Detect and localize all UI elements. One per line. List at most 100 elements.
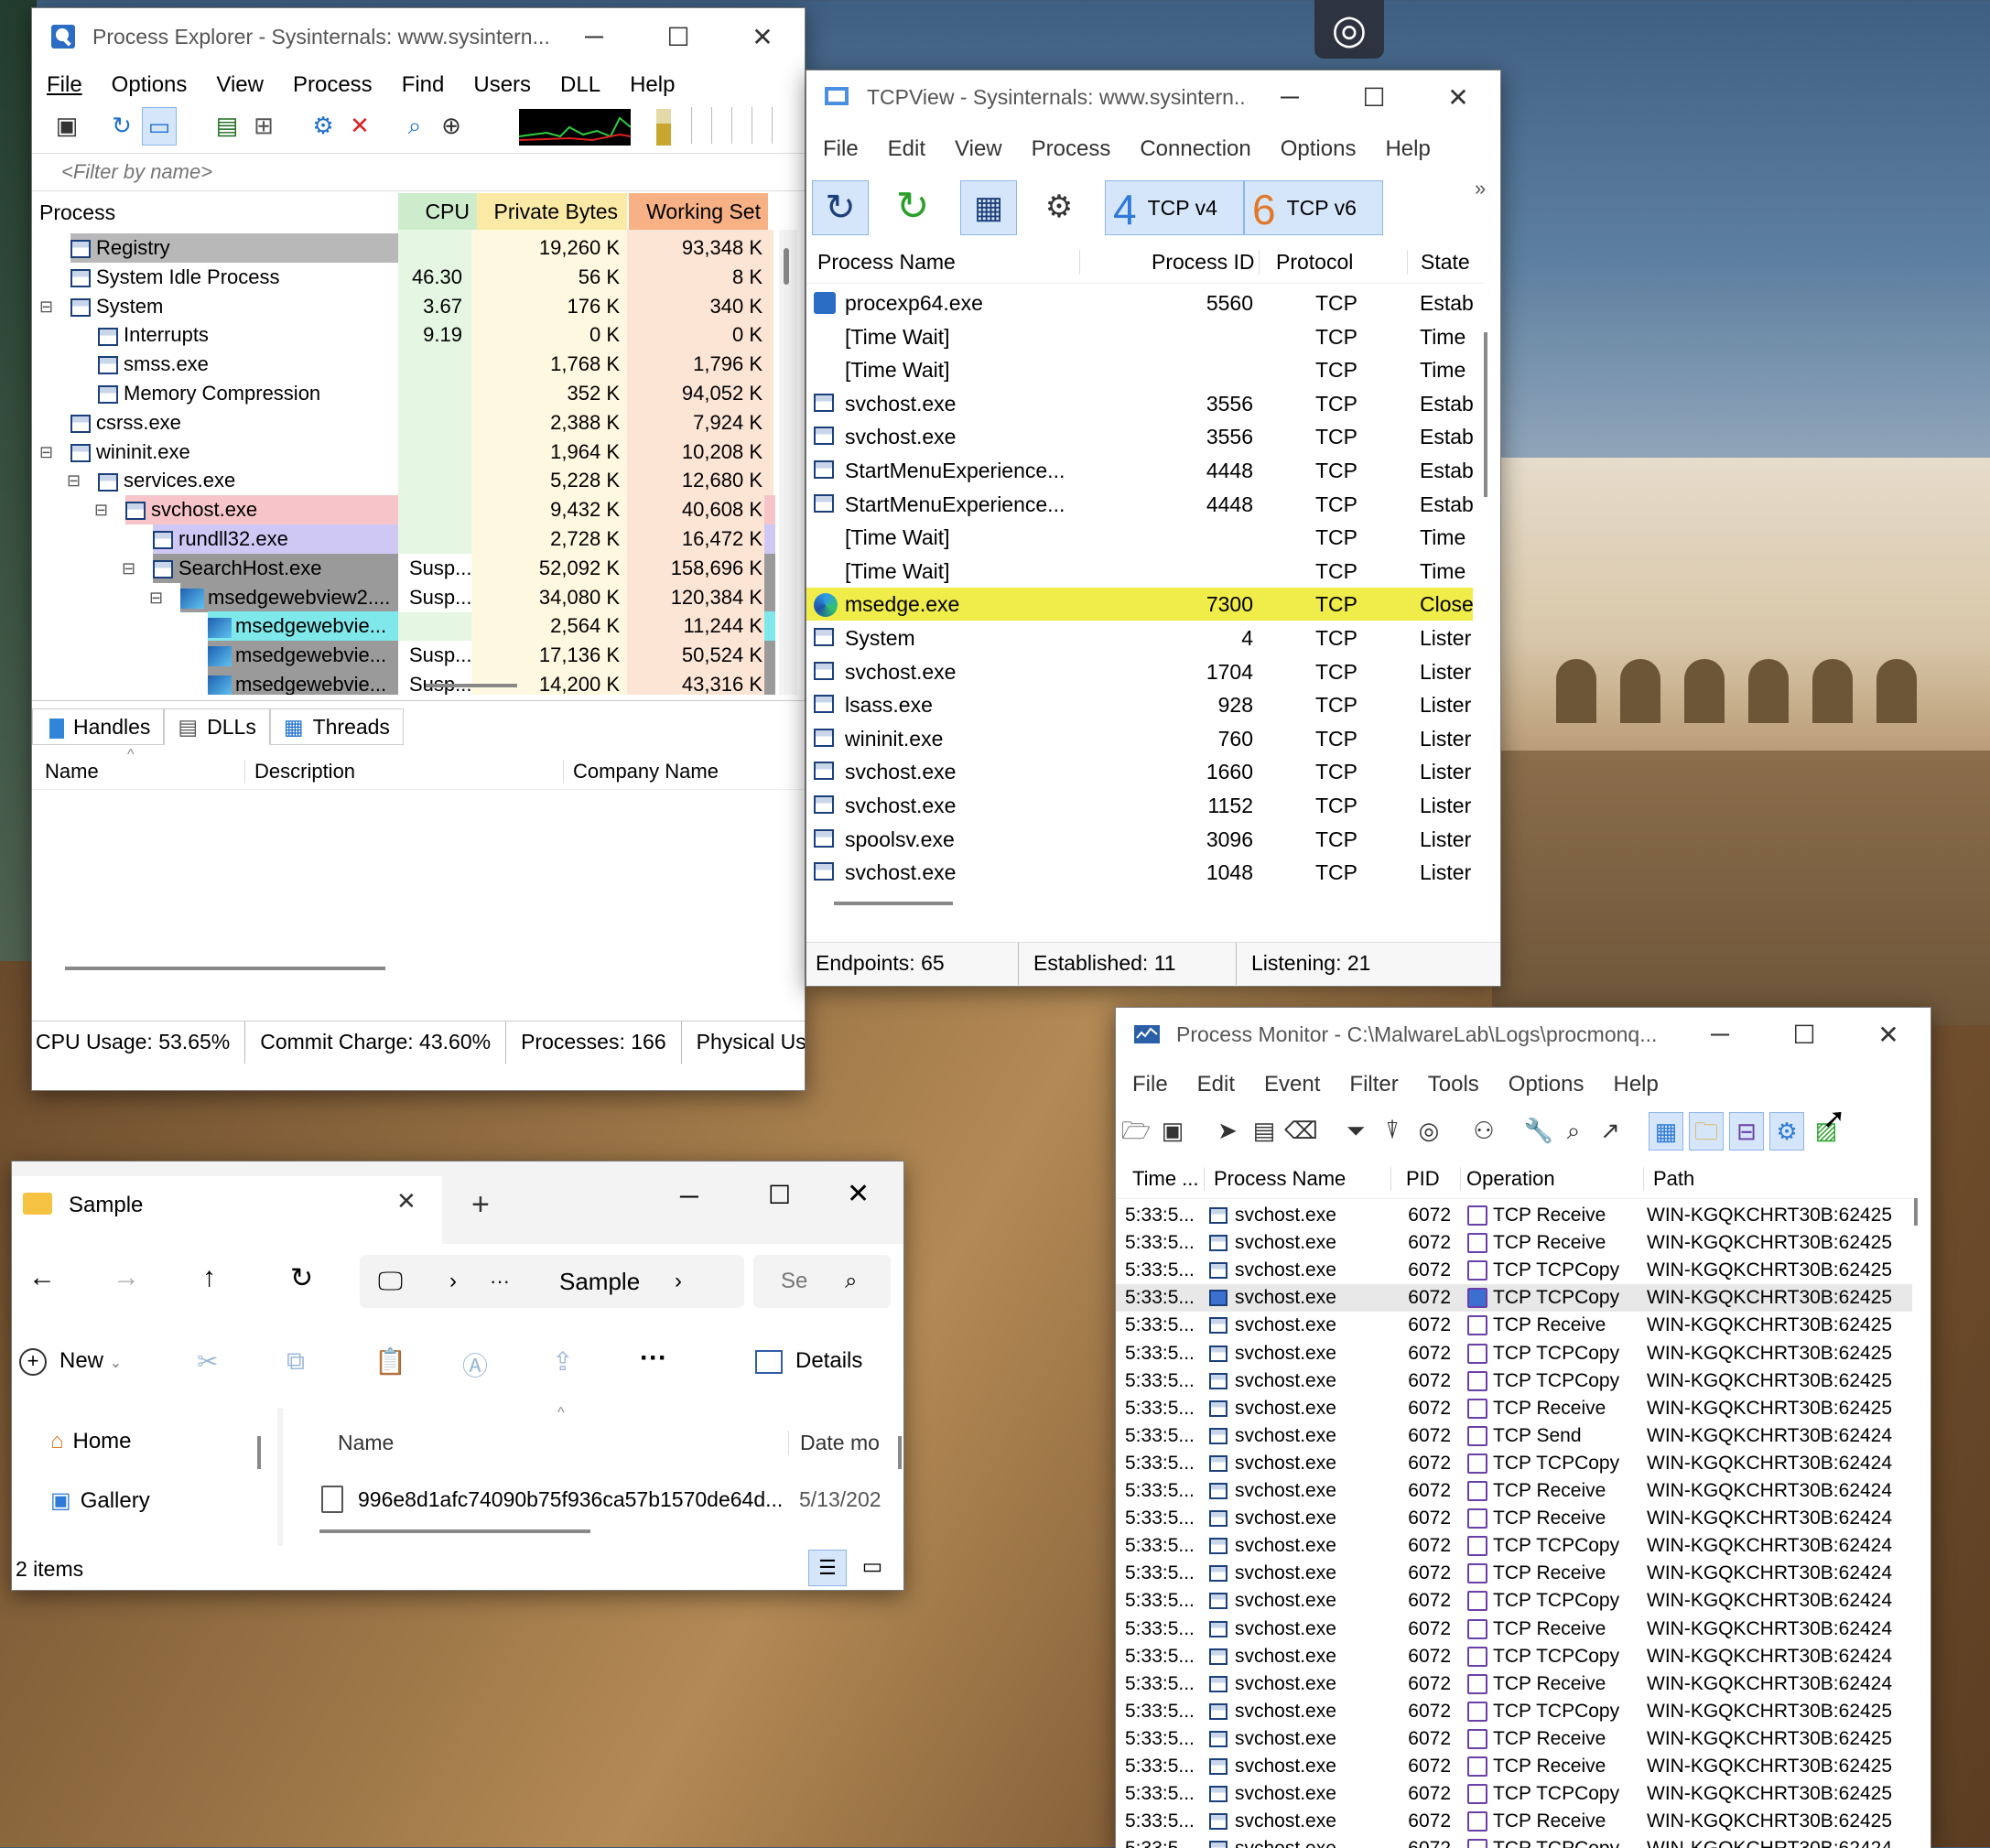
connection-row[interactable]: StartMenuExperience... 4448 TCP Estab — [806, 454, 1474, 487]
tab-handles[interactable]: Handles — [32, 708, 165, 745]
event-row[interactable]: 5:33:5... svchost.exe 6072 TCP Receive WIN-K… — [1116, 1477, 1912, 1505]
menu-view[interactable]: View — [940, 133, 1017, 166]
resolve-addresses-icon[interactable]: ▦ — [960, 180, 1017, 235]
column-path[interactable]: Path — [1643, 1167, 1694, 1191]
event-row[interactable]: 5:33:5... svchost.exe 6072 TCP Receive WIN-K… — [1116, 1395, 1912, 1422]
include-process-icon[interactable]: ◎ — [1412, 1112, 1445, 1149]
properties-icon[interactable]: ⚙ — [307, 107, 340, 144]
column-company[interactable]: Company Name — [563, 760, 719, 784]
connection-row[interactable]: msedge.exe 7300 TCP Close — [806, 588, 1474, 621]
event-row[interactable]: 5:33:5... svchost.exe 6072 TCP TCPCopy WIN-K… — [1116, 1532, 1912, 1560]
file-list-vertical-scrollbar-thumb[interactable] — [898, 1436, 902, 1469]
event-row[interactable]: 5:33:5... svchost.exe 6072 TCP TCPCopy WIN-K… — [1116, 1450, 1912, 1477]
kill-process-icon[interactable]: ✕ — [343, 107, 376, 144]
paste-icon[interactable]: 📋 — [374, 1346, 406, 1377]
menu-help[interactable]: Help — [1599, 1068, 1673, 1101]
tcpview-horizontal-scrollbar-thumb[interactable] — [834, 902, 953, 905]
address-bar[interactable]: 🖵 › ··· Sample › — [360, 1255, 744, 1308]
close-icon[interactable]: ✕ — [1846, 1020, 1931, 1050]
breadcrumb-chevron-icon[interactable]: › — [675, 1255, 682, 1308]
menu-options[interactable]: Options — [1494, 1068, 1599, 1101]
menu-options[interactable]: Options — [1266, 133, 1371, 166]
minimize-icon[interactable]: ─ — [552, 22, 636, 51]
copy-icon[interactable]: ⧉ — [287, 1346, 305, 1377]
highlight-icon[interactable]: ⍒ — [1376, 1112, 1409, 1149]
process-row[interactable]: ⊟ msedgewebview2.... Susp... 34,080 K 120,38… — [32, 582, 775, 612]
event-row[interactable]: 5:33:5... svchost.exe 6072 TCP Receive WIN-K… — [1116, 1312, 1912, 1339]
tcp-v6-button[interactable]: 6 TCP v6 — [1244, 180, 1383, 235]
event-row[interactable]: 5:33:5... svchost.exe 6072 TCP Receive WIN-K… — [1116, 1753, 1912, 1780]
procmon-titlebar[interactable]: Process Monitor - C:\MalwareLab\Logs\pro… — [1116, 1008, 1931, 1061]
vertical-scrollbar[interactable] — [779, 230, 797, 695]
connection-row[interactable]: wininit.exe 760 TCP Lister — [806, 722, 1473, 755]
tree-collapse-icon[interactable]: ⊟ — [149, 583, 163, 612]
toolbar-overflow-icon[interactable]: » — [1475, 177, 1486, 200]
menu-options[interactable]: Options — [97, 69, 202, 102]
minimize-icon[interactable]: ─ — [1678, 1020, 1762, 1049]
event-row[interactable]: 5:33:5... svchost.exe 6072 TCP Receive WIN-K… — [1116, 1725, 1912, 1753]
tree-collapse-icon[interactable]: ⊟ — [94, 495, 108, 524]
connection-row[interactable]: svchost.exe 1048 TCP Lister — [806, 856, 1473, 889]
connection-row[interactable]: procexp64.exe 5560 TCP Estab — [806, 286, 1474, 319]
properties-icon[interactable]: 🔧 — [1522, 1112, 1555, 1149]
open-icon[interactable]: 🗁 — [1119, 1112, 1152, 1149]
process-row[interactable]: msedgewebvie... 2,564 K 11,244 K — [32, 611, 775, 642]
show-process-icon[interactable]: ⚙ — [1769, 1112, 1804, 1151]
menu-view[interactable]: View — [201, 69, 278, 102]
connection-row[interactable]: svchost.exe 1660 TCP Lister — [806, 755, 1473, 788]
column-name[interactable]: Name — [338, 1431, 394, 1455]
menu-filter[interactable]: Filter — [1335, 1068, 1412, 1101]
maximize-icon[interactable]: ☐ — [768, 1180, 791, 1210]
column-cpu[interactable]: CPU — [398, 193, 477, 230]
tcpview-titlebar[interactable]: TCPView - Sysinternals: www.sysintern...… — [806, 70, 1500, 124]
event-row[interactable]: 5:33:5... svchost.exe 6072 TCP Receive WIN-K… — [1116, 1616, 1912, 1643]
more-options-button[interactable]: ··· — [640, 1343, 667, 1374]
event-row[interactable]: 5:33:5... svchost.exe 6072 TCP TCPCopy WIN-K… — [1116, 1340, 1912, 1367]
connection-row[interactable]: [Time Wait] TCP Time — [806, 555, 1473, 588]
process-row[interactable]: ⊟ wininit.exe 1,964 K 10,208 K — [32, 438, 773, 467]
connection-row[interactable]: spoolsv.exe 3096 TCP Lister — [806, 823, 1473, 856]
close-icon[interactable]: ✕ — [1416, 82, 1500, 113]
autoscroll-icon[interactable]: ▤ — [1248, 1112, 1281, 1149]
event-row[interactable]: 5:33:5... svchost.exe 6072 TCP Receive WIN-K… — [1116, 1808, 1912, 1835]
nav-scrollbar-thumb[interactable] — [257, 1436, 261, 1469]
capture-icon[interactable]: ➤ — [1211, 1112, 1244, 1149]
process-row[interactable]: Registry 19,260 K 93,348 K — [32, 233, 773, 263]
process-row[interactable]: ⊟ System 3.67 176 K 340 K — [32, 292, 773, 321]
menu-tools[interactable]: Tools — [1413, 1068, 1494, 1101]
connection-row[interactable]: svchost.exe 3556 TCP Estab — [806, 420, 1474, 453]
menu-help[interactable]: Help — [1370, 133, 1444, 166]
column-name[interactable]: Name — [45, 760, 99, 784]
event-row[interactable]: 5:33:5... svchost.exe 6072 TCP TCPCopy WIN-K… — [1116, 1835, 1912, 1848]
refresh-icon[interactable]: ↻ — [887, 180, 938, 233]
cut-icon[interactable]: ✂ — [197, 1346, 218, 1377]
menu-connection[interactable]: Connection — [1125, 133, 1265, 166]
process-row[interactable]: msedgewebvie... Susp... 14,200 K 43,316 K — [32, 670, 775, 695]
tree-collapse-icon[interactable]: ⊟ — [39, 292, 53, 321]
show-network-icon[interactable]: ⊟ — [1729, 1112, 1764, 1151]
maximize-icon[interactable]: ☐ — [636, 22, 720, 52]
menu-edit[interactable]: Edit — [873, 133, 940, 166]
procmon-vertical-scrollbar-thumb[interactable] — [1914, 1198, 1918, 1226]
filter-input[interactable] — [59, 157, 777, 187]
menu-file[interactable]: File — [1118, 1068, 1183, 1101]
show-registry-icon[interactable]: ▦ — [1649, 1112, 1683, 1151]
close-tab-icon[interactable]: ✕ — [396, 1187, 416, 1216]
maximize-icon[interactable]: ☐ — [1762, 1020, 1846, 1050]
process-row[interactable]: ⊟ svchost.exe 9,432 K 40,608 K — [32, 495, 775, 525]
lower-horizontal-scrollbar-thumb[interactable] — [65, 967, 385, 970]
menu-file[interactable]: File — [32, 69, 97, 102]
connection-row[interactable]: svchost.exe 1704 TCP Lister — [806, 655, 1473, 688]
horizontal-scrollbar-thumb[interactable] — [426, 684, 517, 687]
connection-row[interactable]: [Time Wait] TCP Time — [806, 320, 1473, 353]
process-row[interactable]: rundll32.exe 2,728 K 16,472 K — [32, 524, 775, 554]
column-description[interactable]: Description — [244, 760, 355, 784]
search-input[interactable]: Se — [781, 1255, 807, 1308]
window-view-icon[interactable]: ▭ — [142, 107, 177, 146]
connection-row[interactable]: [Time Wait] TCP Time — [806, 353, 1473, 386]
connection-row[interactable]: svchost.exe 3556 TCP Estab — [806, 387, 1474, 420]
system-info-icon[interactable]: ▤ — [211, 107, 243, 144]
event-row[interactable]: 5:33:5... svchost.exe 6072 TCP Receive WIN-K… — [1116, 1505, 1912, 1532]
up-icon[interactable]: ↑ — [202, 1262, 216, 1293]
maximize-icon[interactable]: ☐ — [1332, 82, 1416, 113]
